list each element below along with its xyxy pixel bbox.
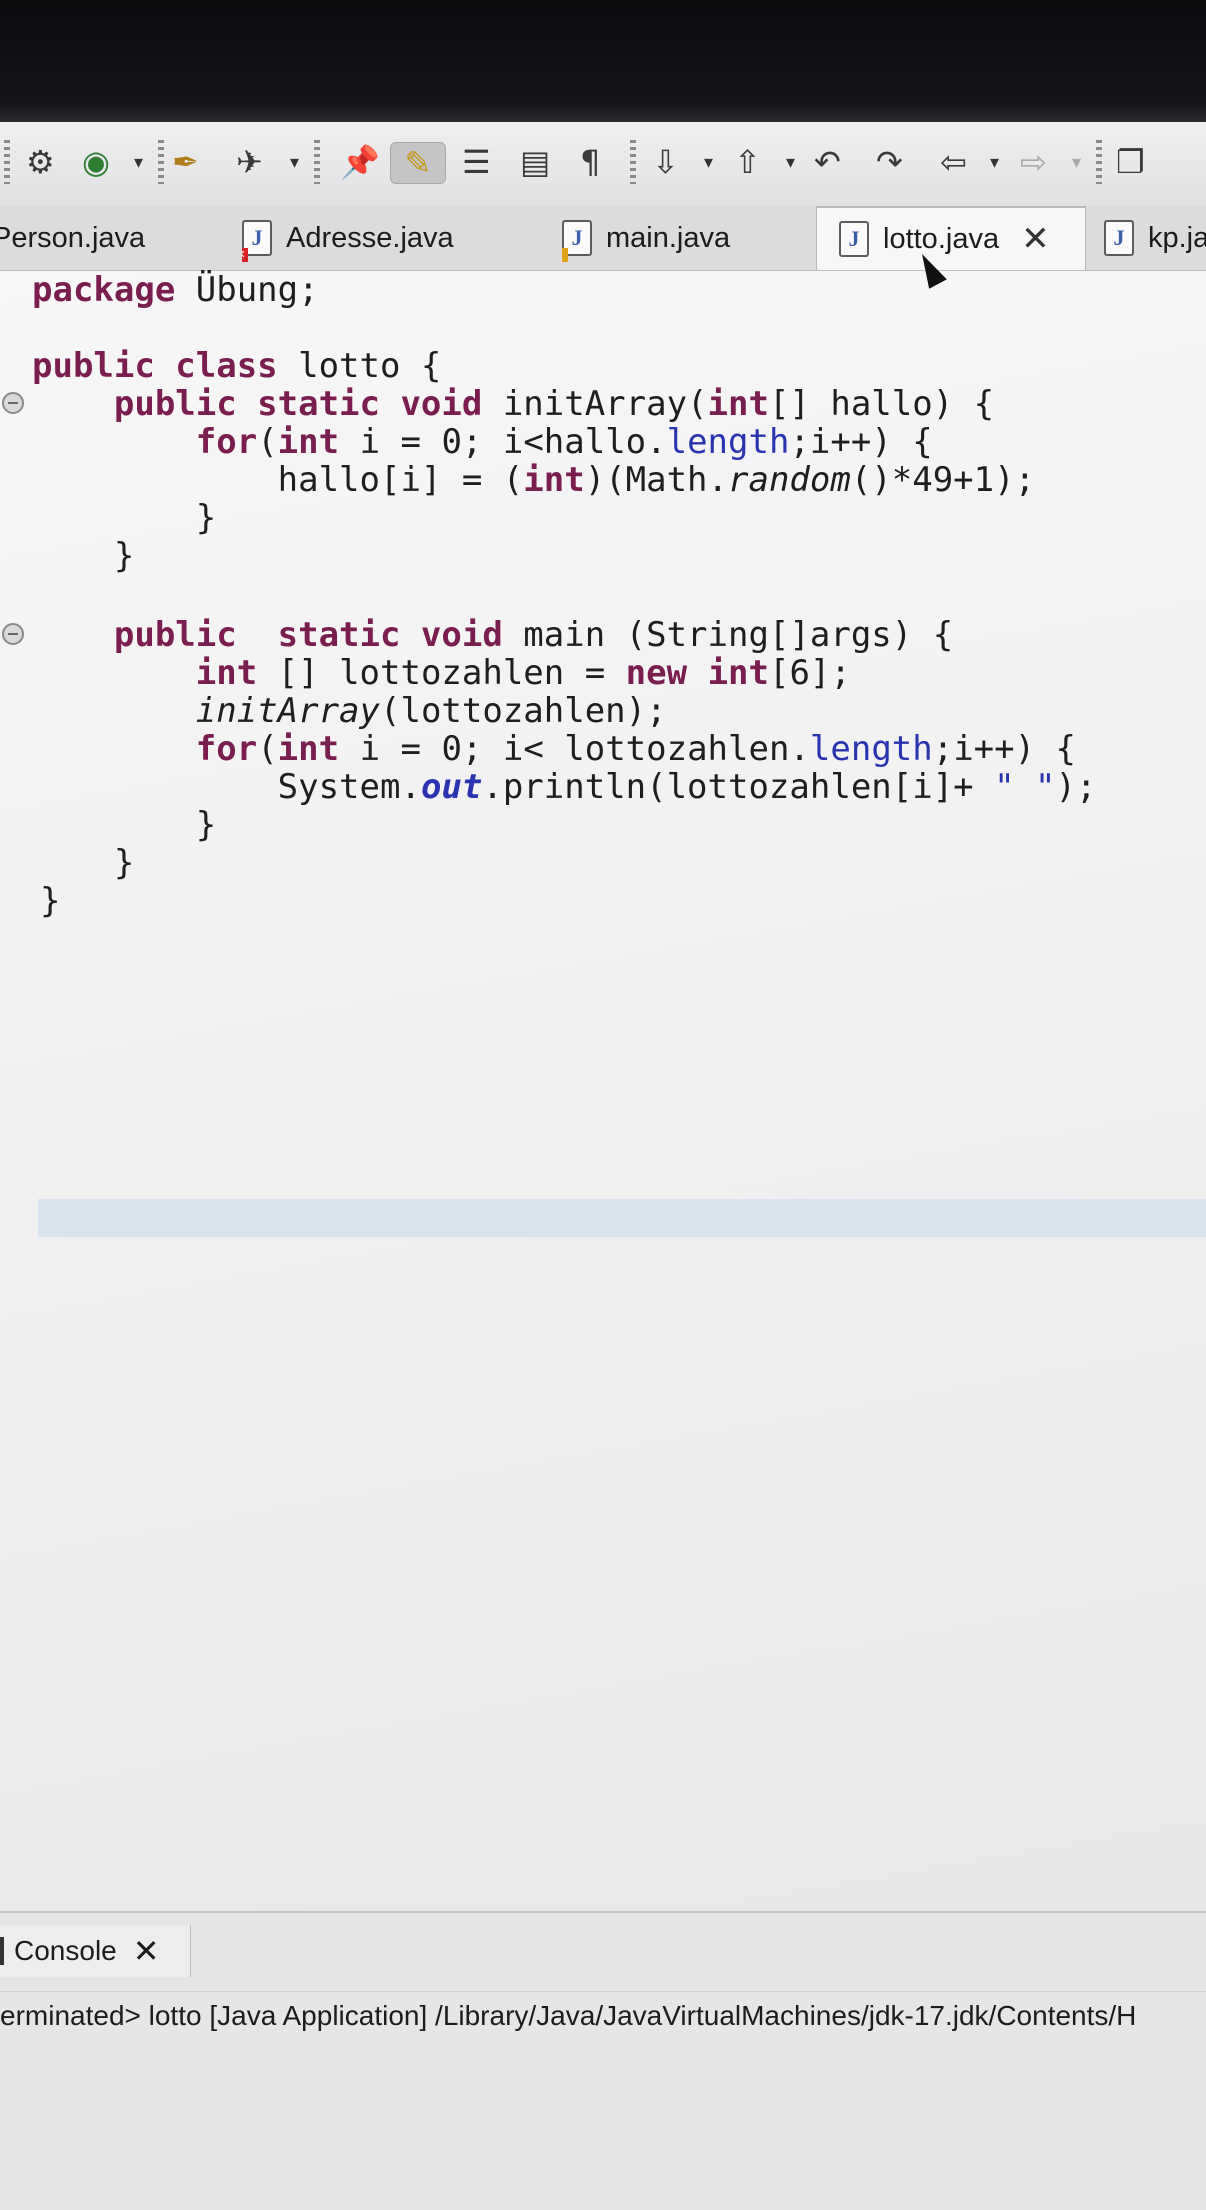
tab-kp-java[interactable]: J kp.ja <box>1104 206 1206 270</box>
back-dropdown-icon[interactable]: ▾ <box>990 152 999 173</box>
prev-annotation-dropdown-icon[interactable]: ▾ <box>786 152 795 173</box>
code-editor[interactable]: package Übung; public class lotto { publ… <box>0 271 1206 1911</box>
java-file-icon: J <box>1104 220 1134 256</box>
console-status-line: erminated> lotto [Java Application] /Lib… <box>0 1991 1206 2040</box>
code-line-1: package Übung; <box>32 270 319 310</box>
maximize-icon[interactable]: ❐ <box>1116 142 1145 182</box>
code-line-3: public class lotto { <box>32 346 442 386</box>
launch-icon[interactable]: ✈ <box>236 142 263 182</box>
code-line-17: } <box>40 881 61 921</box>
code-line-7: } <box>195 498 217 538</box>
tab-label: Person.java <box>0 221 146 254</box>
java-file-error-icon: J✕ <box>242 220 272 262</box>
code-line-12: initArray(lottozahlen); <box>195 691 667 731</box>
code-line-15: } <box>195 805 217 845</box>
close-icon[interactable]: ✕ <box>133 1932 160 1970</box>
tab-main-java[interactable]: J main.java <box>562 206 812 270</box>
pin-icon[interactable]: 📌 <box>340 142 380 182</box>
toggle-breadcrumb-icon[interactable]: ☰ <box>462 142 491 182</box>
forward-dropdown-icon[interactable]: ▾ <box>1072 152 1081 173</box>
console-icon <box>0 1937 4 1965</box>
launch-dropdown-icon[interactable]: ▾ <box>290 152 299 173</box>
tab-console[interactable]: Console ✕ <box>0 1925 191 1977</box>
prev-annotation-icon[interactable]: ⇧ <box>734 142 761 182</box>
code-line-16: } <box>113 843 135 883</box>
tab-label: Adresse.java <box>286 221 454 254</box>
current-line-highlight <box>38 1199 1206 1237</box>
run-dropdown-icon[interactable]: ▾ <box>134 152 143 173</box>
code-line-5: for(int i = 0; i<hallo.length;i++) { <box>195 422 933 462</box>
tab-label: main.java <box>606 221 731 254</box>
console-tab-label: Console <box>14 1935 117 1966</box>
toolbar-separator <box>630 140 636 184</box>
tab-lotto-java[interactable]: J lotto.java ✕ <box>816 206 1086 270</box>
fold-collapse-icon[interactable] <box>2 392 24 414</box>
code-line-6: hallo[i] = (int)(Math.random()*49+1); <box>277 460 1036 500</box>
forward-edit-icon[interactable]: ↷ <box>876 142 903 182</box>
close-icon[interactable]: ✕ <box>1021 219 1050 259</box>
tab-label: kp.ja <box>1148 221 1206 254</box>
console-view: Console ✕ erminated> lotto [Java Applica… <box>0 1911 1206 2210</box>
code-line-13: for(int i = 0; i< lottozahlen.length;i++… <box>195 729 1077 769</box>
code-line-14: System.out.println(lottozahlen[i]+ " "); <box>277 767 1097 807</box>
tab-label: lotto.java <box>883 222 1000 255</box>
highlight-icon[interactable]: ✎ <box>390 142 446 184</box>
open-type-icon[interactable]: ✒ <box>172 142 199 182</box>
toolbar-separator <box>1096 140 1102 184</box>
debug-icon[interactable]: ⚙ <box>26 142 55 182</box>
next-annotation-icon[interactable]: ⇩ <box>652 142 679 182</box>
tab-adresse-java[interactable]: J✕ Adresse.java <box>242 206 532 270</box>
toolbar-grip <box>4 140 10 184</box>
fold-collapse-icon[interactable] <box>2 623 24 645</box>
java-file-icon: J <box>839 221 869 257</box>
block-selection-icon[interactable]: ▤ <box>520 142 550 182</box>
screen-bezel <box>0 0 1206 122</box>
toolbar-separator <box>158 140 164 184</box>
code-line-4: public static void initArray(int[] hallo… <box>113 384 995 424</box>
main-toolbar: ⚙ ◉ ▾ ✒ ✈ ▾ 📌 ✎ ☰ ▤ ¶ ⇩ ▾ ⇧ ▾ ↶ ↷ ⇦ ▾ ⇨ … <box>0 122 1206 207</box>
show-whitespace-icon[interactable]: ¶ <box>580 142 600 182</box>
run-icon[interactable]: ◉ <box>82 142 110 182</box>
toolbar-separator <box>314 140 320 184</box>
forward-icon[interactable]: ⇨ <box>1020 142 1047 182</box>
tab-person-java[interactable]: Person.java <box>0 206 202 270</box>
code-line-11: int [] lottozahlen = new int[6]; <box>195 653 851 693</box>
last-edit-icon[interactable]: ↶ <box>814 142 841 182</box>
code-line-10: public static void main (String[]args) { <box>113 615 954 655</box>
code-line-8: } <box>113 536 135 576</box>
editor-tab-bar: Person.java J✕ Adresse.java J main.java … <box>0 206 1206 271</box>
next-annotation-dropdown-icon[interactable]: ▾ <box>704 152 713 173</box>
back-icon[interactable]: ⇦ <box>940 142 967 182</box>
java-file-warning-icon: J <box>562 220 592 262</box>
